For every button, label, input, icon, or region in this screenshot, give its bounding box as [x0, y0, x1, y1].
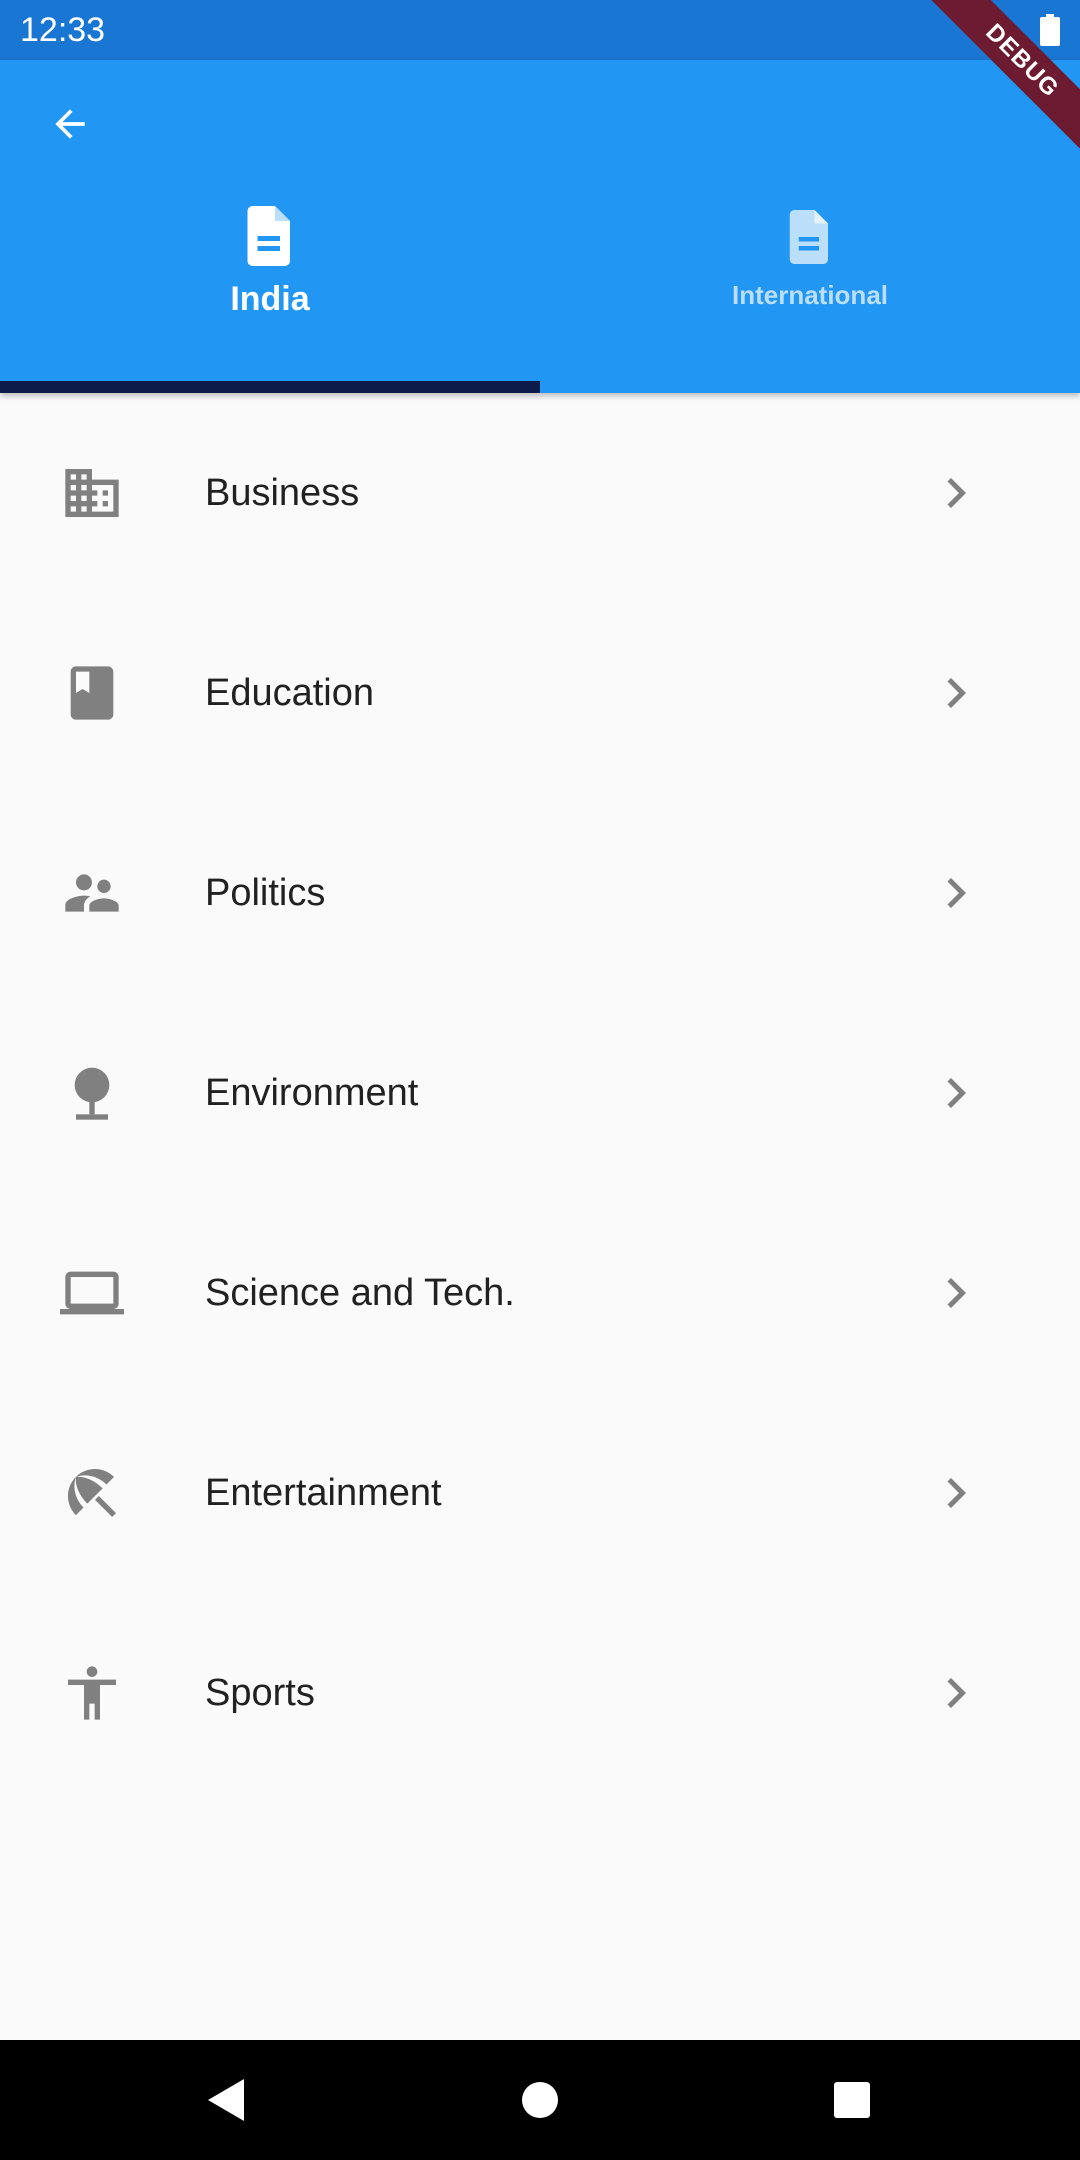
- list-item-label: Business: [205, 472, 360, 514]
- nav-back-button[interactable]: [196, 2070, 256, 2130]
- battery-icon: [1040, 14, 1060, 46]
- tree-icon: [74, 1067, 110, 1120]
- app-bar: India International: [0, 60, 1080, 393]
- tab-india[interactable]: India: [0, 200, 540, 380]
- status-bar: 12:33: [0, 0, 1080, 60]
- tab-india-label: India: [230, 280, 310, 318]
- book-icon: [70, 666, 114, 720]
- list-item-business[interactable]: Business: [0, 393, 1080, 593]
- chevron-right-icon: [947, 1278, 966, 1308]
- tab-indicator: [0, 381, 540, 393]
- list-item-politics[interactable]: Politics: [0, 793, 1080, 993]
- arrow-back-icon: [55, 109, 85, 139]
- people-icon: [65, 874, 119, 912]
- category-list: Business Education Politics Environment …: [0, 393, 1080, 1793]
- nav-recents-button[interactable]: [822, 2070, 882, 2130]
- list-item-science-tech[interactable]: Science and Tech.: [0, 1193, 1080, 1393]
- list-item-environment[interactable]: Environment: [0, 993, 1080, 1193]
- chevron-right-icon: [947, 1678, 966, 1708]
- list-item-label: Environment: [205, 1072, 419, 1114]
- navigation-bar: [0, 2040, 1080, 2160]
- chevron-right-icon: [947, 678, 966, 708]
- chevron-right-icon: [947, 1078, 966, 1108]
- list-item-label: Politics: [205, 872, 326, 914]
- nav-home-button[interactable]: [510, 2070, 570, 2130]
- back-button[interactable]: [28, 82, 112, 166]
- list-item-sports[interactable]: Sports: [0, 1593, 1080, 1793]
- list-item-label: Science and Tech.: [205, 1272, 515, 1314]
- tab-international[interactable]: International: [540, 200, 1080, 380]
- square-recents-icon: [834, 2082, 870, 2118]
- list-item-label: Sports: [205, 1672, 315, 1714]
- chevron-right-icon: [947, 878, 966, 908]
- accessibility-person-icon: [68, 1666, 116, 1720]
- list-item-label: Education: [205, 672, 375, 714]
- status-time: 12:33: [20, 11, 106, 49]
- document-icon: [247, 206, 290, 266]
- chevron-right-icon: [947, 478, 966, 508]
- circle-home-icon: [522, 2082, 558, 2118]
- business-building-icon: [65, 469, 119, 517]
- umbrella-beach-icon: [68, 1469, 116, 1517]
- list-item-label: Entertainment: [205, 1472, 442, 1514]
- list-item-education[interactable]: Education: [0, 593, 1080, 793]
- laptop-icon: [60, 1271, 124, 1315]
- chevron-right-icon: [947, 1478, 966, 1508]
- tab-international-label: International: [731, 280, 888, 310]
- triangle-back-icon: [208, 2079, 244, 2121]
- screen: 12:33 India International DEBUG Business…: [0, 0, 1080, 2160]
- list-item-entertainment[interactable]: Entertainment: [0, 1393, 1080, 1593]
- document-icon: [789, 210, 828, 264]
